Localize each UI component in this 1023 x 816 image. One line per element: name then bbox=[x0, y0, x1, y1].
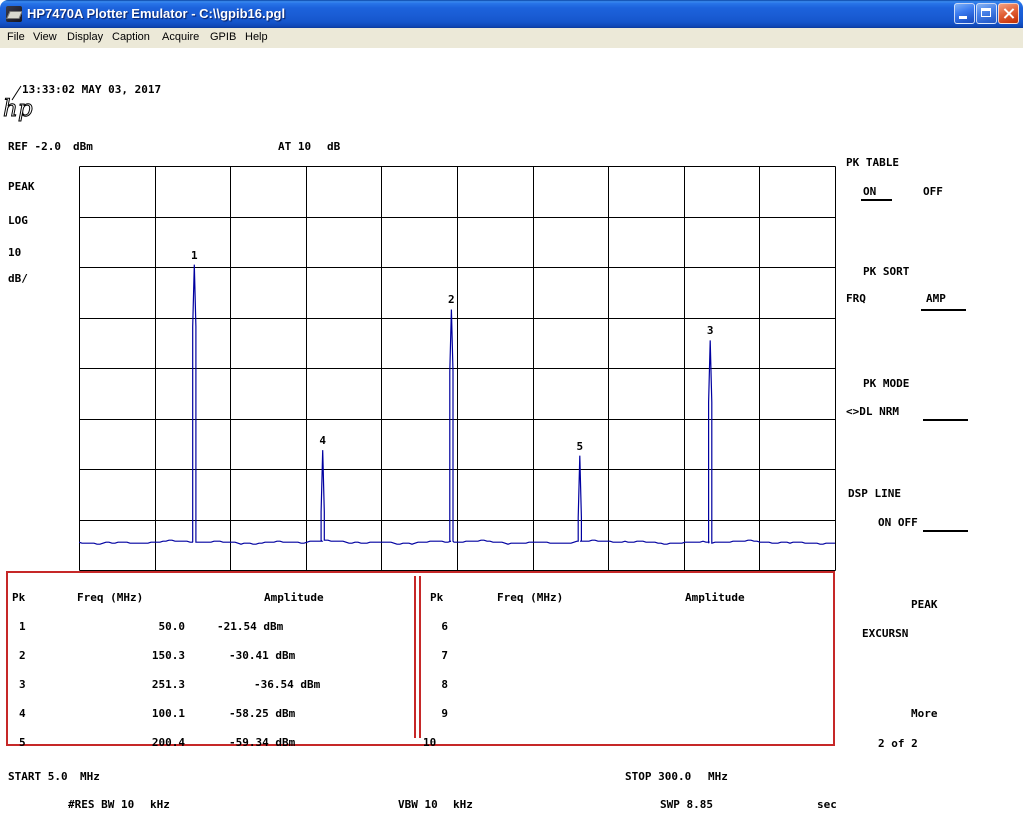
svg-text:hp: hp bbox=[3, 96, 33, 122]
pk-table-on-underline bbox=[861, 199, 892, 201]
more-label: More bbox=[911, 708, 938, 719]
close-button[interactable] bbox=[998, 3, 1019, 24]
stop-freq-label: STOP 300.0 bbox=[625, 771, 691, 782]
dsp-line-value: ON OFF bbox=[878, 517, 918, 528]
spectrum-trace-svg bbox=[79, 166, 836, 571]
amp-cell: -21.54 dBm bbox=[217, 621, 283, 632]
pk-cell: 3 bbox=[19, 679, 33, 690]
pk-cell: 4 bbox=[19, 708, 33, 719]
freq-cell: 251.3 bbox=[115, 679, 185, 690]
scale-value-label: 10 bbox=[8, 247, 21, 258]
menu-item-display[interactable]: Display bbox=[67, 31, 103, 43]
pk-table-on: ON bbox=[863, 186, 876, 197]
pk-sort-amp: AMP bbox=[926, 293, 946, 304]
hp-logo: hp bbox=[2, 83, 48, 123]
freq-cell: 100.1 bbox=[115, 708, 185, 719]
menu-item-gpib[interactable]: GPIB bbox=[210, 31, 236, 43]
menu-item-view[interactable]: View bbox=[33, 31, 57, 43]
pk-mode-underline bbox=[923, 419, 968, 421]
col-header-amplitude-2: Amplitude bbox=[685, 592, 745, 603]
vbw-unit: kHz bbox=[453, 799, 473, 810]
pk-cell: 8 bbox=[418, 679, 448, 690]
menu-bar: File View Display Caption Acquire GPIB H… bbox=[0, 28, 1023, 48]
col-header-pk: Pk bbox=[12, 592, 25, 603]
col-header-freq: Freq (MHz) bbox=[77, 592, 143, 603]
maximize-button[interactable] bbox=[976, 3, 997, 24]
sweep-time-label: SWP 8.85 bbox=[660, 799, 713, 810]
pk-cell: 2 bbox=[19, 650, 33, 661]
hp7470a-plotter-emulator-window: { "window": { "title": "HP7470A Plotter … bbox=[0, 0, 1023, 816]
window-title: HP7470A Plotter Emulator - C:\\gpib16.pg… bbox=[27, 0, 285, 28]
amp-cell: -30.41 dBm bbox=[229, 650, 295, 661]
pk-mode-label: PK MODE bbox=[863, 378, 909, 389]
dsp-line-underline bbox=[923, 530, 968, 532]
peak-marker-label: 2 bbox=[443, 293, 459, 306]
amp-cell: -36.54 dBm bbox=[254, 679, 320, 690]
minimize-button[interactable] bbox=[954, 3, 975, 24]
peak-marker-label: 4 bbox=[315, 434, 331, 447]
res-bw-unit: kHz bbox=[150, 799, 170, 810]
peak-table: Pk Freq (MHz) Amplitude Pk Freq (MHz) Am… bbox=[6, 571, 835, 746]
peak-marker-label: 3 bbox=[702, 324, 718, 337]
stop-freq-unit: MHz bbox=[708, 771, 728, 782]
start-freq-unit: MHz bbox=[80, 771, 100, 782]
freq-cell: 200.4 bbox=[115, 737, 185, 748]
pk-table-label: PK TABLE bbox=[846, 157, 899, 168]
menu-item-acquire[interactable]: Acquire bbox=[162, 31, 199, 43]
peak-marker-label: 5 bbox=[572, 440, 588, 453]
peak-marker-label: 1 bbox=[186, 249, 202, 262]
pk-cell: 7 bbox=[418, 650, 448, 661]
peak-excursn-label-2: EXCURSN bbox=[862, 628, 908, 639]
page-indicator: 2 of 2 bbox=[878, 738, 918, 749]
pk-cell: 6 bbox=[418, 621, 448, 632]
menu-item-help[interactable]: Help bbox=[245, 31, 268, 43]
pk-cell: 1 bbox=[19, 621, 33, 632]
title-bar[interactable]: HP7470A Plotter Emulator - C:\\gpib16.pg… bbox=[0, 0, 1023, 28]
freq-cell: 50.0 bbox=[115, 621, 185, 632]
window-icon[interactable] bbox=[6, 6, 22, 22]
menu-item-caption[interactable]: Caption bbox=[112, 31, 150, 43]
detector-mode-label: PEAK bbox=[8, 181, 35, 192]
col-header-pk-2: Pk bbox=[430, 592, 443, 603]
amp-cell: -59.34 dBm bbox=[229, 737, 295, 748]
amp-cell: -58.25 dBm bbox=[229, 708, 295, 719]
freq-cell: 150.3 bbox=[115, 650, 185, 661]
pk-sort-frq: FRQ bbox=[846, 293, 866, 304]
ref-level-unit: dBm bbox=[73, 141, 93, 152]
scale-type-label: LOG bbox=[8, 215, 28, 226]
ref-level-label: REF -2.0 bbox=[8, 141, 61, 152]
attenuation-label: AT 10 bbox=[278, 141, 311, 152]
pk-cell: 5 bbox=[19, 737, 33, 748]
pk-sort-label: PK SORT bbox=[863, 266, 909, 277]
col-header-freq-2: Freq (MHz) bbox=[497, 592, 563, 603]
scale-unit-label: dB/ bbox=[8, 273, 28, 284]
pk-cell: 10 bbox=[423, 737, 436, 748]
dsp-line-label: DSP LINE bbox=[848, 488, 901, 499]
pk-cell: 9 bbox=[418, 708, 448, 719]
start-freq-label: START 5.0 bbox=[8, 771, 68, 782]
peak-excursn-label-1: PEAK bbox=[911, 599, 938, 610]
col-header-amplitude: Amplitude bbox=[264, 592, 324, 603]
attenuation-unit: dB bbox=[327, 141, 340, 152]
spectrum-grid: 1 2 3 4 5 bbox=[79, 166, 836, 571]
pk-mode-value: <>DL NRM bbox=[846, 406, 899, 417]
plotter-icon bbox=[6, 11, 22, 19]
pk-sort-amp-underline bbox=[921, 309, 966, 311]
menu-item-file[interactable]: File bbox=[7, 31, 25, 43]
res-bw-label: #RES BW 10 bbox=[68, 799, 134, 810]
vbw-label: VBW 10 bbox=[398, 799, 438, 810]
sweep-time-unit: sec bbox=[817, 799, 837, 810]
maximize-icon bbox=[981, 8, 991, 17]
pk-table-off: OFF bbox=[923, 186, 943, 197]
minimize-icon bbox=[959, 16, 967, 19]
